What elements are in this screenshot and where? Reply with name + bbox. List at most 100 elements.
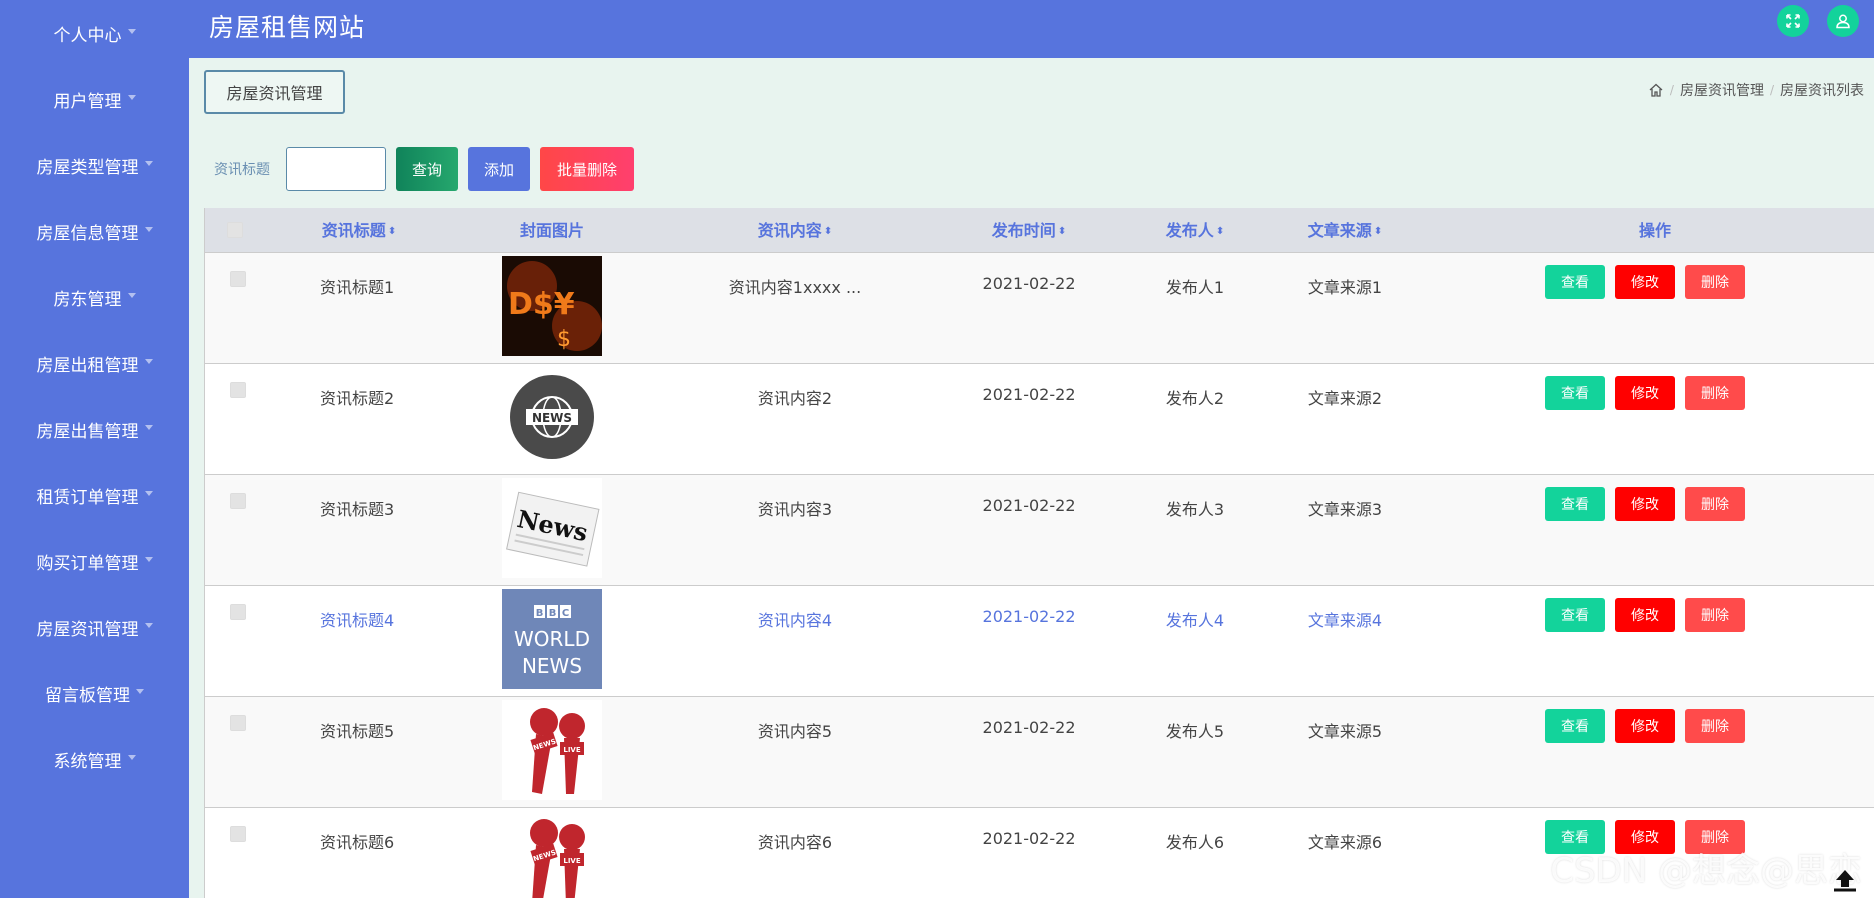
row-checkbox[interactable]	[230, 271, 246, 287]
sidebar-item-label: 房东管理	[53, 289, 122, 310]
caret-down-icon	[127, 94, 136, 100]
microphones-cover-image: NEWS LIVE	[502, 811, 602, 898]
caret-down-icon	[144, 358, 153, 364]
row-checkbox[interactable]	[230, 382, 246, 398]
page-tag[interactable]: 房屋资讯管理	[204, 70, 345, 114]
col-header-publisher[interactable]: 发布人 ⬍	[1166, 208, 1224, 253]
col-header-cover: 封面图片	[519, 221, 585, 240]
cell-time: 2021-02-22	[982, 829, 1076, 848]
breadcrumb-item[interactable]: 房屋资讯管理	[1680, 80, 1764, 100]
sidebar-item-house-info[interactable]: 房屋信息管理	[0, 211, 189, 251]
edit-button[interactable]: 修改	[1615, 598, 1675, 632]
cell-source: 文章来源3	[1307, 500, 1383, 519]
row-checkbox[interactable]	[230, 493, 246, 509]
view-button[interactable]: 查看	[1545, 487, 1605, 521]
sidebar-item-label: 房屋信息管理	[36, 223, 139, 244]
sidebar-item-users[interactable]: 用户管理	[0, 79, 189, 119]
cell-title: 资讯标题2	[320, 389, 395, 408]
col-header-content[interactable]: 资讯内容 ⬍	[758, 208, 832, 253]
view-button[interactable]: 查看	[1545, 265, 1605, 299]
select-all-checkbox[interactable]	[227, 222, 243, 238]
cover-image[interactable]: News	[502, 478, 602, 578]
sidebar-item-message-board[interactable]: 留言板管理	[0, 673, 189, 713]
delete-button[interactable]: 删除	[1685, 598, 1745, 632]
svg-text:C: C	[562, 608, 569, 619]
delete-button[interactable]: 删除	[1685, 376, 1745, 410]
row-checkbox[interactable]	[230, 826, 246, 842]
sort-icon: ⬍	[387, 225, 397, 237]
cover-image[interactable]: NEWS	[502, 367, 602, 467]
edit-button[interactable]: 修改	[1615, 265, 1675, 299]
edit-button[interactable]: 修改	[1615, 709, 1675, 743]
batch-delete-button[interactable]: 批量删除	[540, 147, 634, 191]
sort-icon: ⬍	[823, 225, 833, 237]
col-header-time[interactable]: 发布时间 ⬍	[992, 208, 1066, 253]
cell-content: 资讯内容3	[757, 500, 833, 519]
view-button[interactable]: 查看	[1545, 376, 1605, 410]
delete-button[interactable]: 删除	[1685, 709, 1745, 743]
cell-publisher: 发布人1	[1165, 278, 1225, 297]
svg-text:WORLD: WORLD	[514, 627, 590, 651]
sidebar-item-personal-center[interactable]: 个人中心	[0, 13, 189, 53]
cell-source: 文章来源6	[1307, 833, 1383, 852]
cell-title: 资讯标题3	[320, 500, 395, 519]
table-row[interactable]: 资讯标题4 B B C WORLD NEWS 资讯内容4 2021-02-22 …	[205, 586, 1874, 697]
delete-button[interactable]: 删除	[1685, 487, 1745, 521]
col-header-source[interactable]: 文章来源 ⬍	[1308, 208, 1382, 253]
edit-button[interactable]: 修改	[1615, 376, 1675, 410]
add-button[interactable]: 添加	[468, 147, 530, 191]
edit-button[interactable]: 修改	[1615, 487, 1675, 521]
svg-text:LIVE: LIVE	[563, 857, 580, 865]
table-row[interactable]: 资讯标题3 News 资讯内容3 2021-02-22 发布人3 文章来源3 查…	[205, 475, 1874, 586]
table-row[interactable]: 资讯标题1 D$¥ $ 资讯内容1xxxx ... 2021-02-22 发布人…	[205, 253, 1874, 364]
cell-title: 资讯标题6	[320, 833, 395, 852]
view-button[interactable]: 查看	[1545, 709, 1605, 743]
user-button[interactable]	[1827, 5, 1859, 37]
cell-content: 资讯内容5	[757, 722, 833, 741]
sidebar-item-rentals[interactable]: 房屋出租管理	[0, 343, 189, 383]
sidebar-item-purchase-orders[interactable]: 购买订单管理	[0, 541, 189, 581]
back-to-top-icon	[1834, 870, 1856, 892]
bbc-world-news-cover-image: B B C WORLD NEWS	[502, 589, 602, 689]
view-button[interactable]: 查看	[1545, 598, 1605, 632]
sidebar-item-system[interactable]: 系统管理	[0, 739, 189, 779]
cover-image[interactable]: NEWS LIVE	[502, 811, 602, 898]
row-checkbox[interactable]	[230, 604, 246, 620]
cell-content: 资讯内容4	[757, 611, 833, 630]
breadcrumb: / 房屋资讯管理 / 房屋资讯列表	[1648, 80, 1864, 100]
money-cover-image: D$¥ $	[502, 256, 602, 356]
col-header-ops: 操作	[1638, 221, 1672, 240]
sidebar-item-label: 系统管理	[53, 751, 122, 772]
cover-image[interactable]: B B C WORLD NEWS	[502, 589, 602, 689]
sort-icon: ⬍	[1057, 225, 1067, 237]
cover-image[interactable]: D$¥ $	[502, 256, 602, 356]
caret-down-icon	[144, 490, 153, 496]
cover-image[interactable]: NEWS LIVE	[502, 700, 602, 800]
home-icon[interactable]	[1648, 82, 1664, 98]
row-checkbox[interactable]	[230, 715, 246, 731]
delete-button[interactable]: 删除	[1685, 265, 1745, 299]
sidebar-item-house-news[interactable]: 房屋资讯管理	[0, 607, 189, 647]
svg-text:NEWS: NEWS	[522, 654, 582, 678]
news-globe-cover-image: NEWS	[502, 367, 602, 467]
svg-text:D$¥: D$¥	[508, 287, 575, 322]
sidebar-item-sales[interactable]: 房屋出售管理	[0, 409, 189, 449]
svg-text:B: B	[549, 608, 557, 619]
sidebar-item-landlords[interactable]: 房东管理	[0, 277, 189, 317]
back-to-top-button[interactable]	[1830, 864, 1860, 894]
cell-time: 2021-02-22	[982, 274, 1076, 293]
query-button[interactable]: 查询	[396, 147, 458, 191]
sidebar-item-house-types[interactable]: 房屋类型管理	[0, 145, 189, 185]
caret-down-icon	[144, 226, 153, 232]
sidebar-item-label: 用户管理	[53, 91, 122, 112]
user-icon	[1836, 14, 1850, 29]
col-header-title[interactable]: 资讯标题 ⬍	[322, 208, 396, 253]
svg-text:$: $	[557, 327, 571, 352]
table-row[interactable]: 资讯标题5 NEWS LIVE 资讯内容5 2021-02-22 发布人5 文章…	[205, 697, 1874, 808]
fullscreen-button[interactable]	[1777, 5, 1809, 37]
sidebar-item-lease-orders[interactable]: 租赁订单管理	[0, 475, 189, 515]
table-row[interactable]: 资讯标题2 NEWS 资讯内容2 2021-02-22 发布人2 文章来源2 查…	[205, 364, 1874, 475]
site-title: 房屋租售网站	[209, 13, 366, 42]
cell-publisher: 发布人2	[1165, 389, 1225, 408]
search-title-input[interactable]	[286, 147, 386, 191]
